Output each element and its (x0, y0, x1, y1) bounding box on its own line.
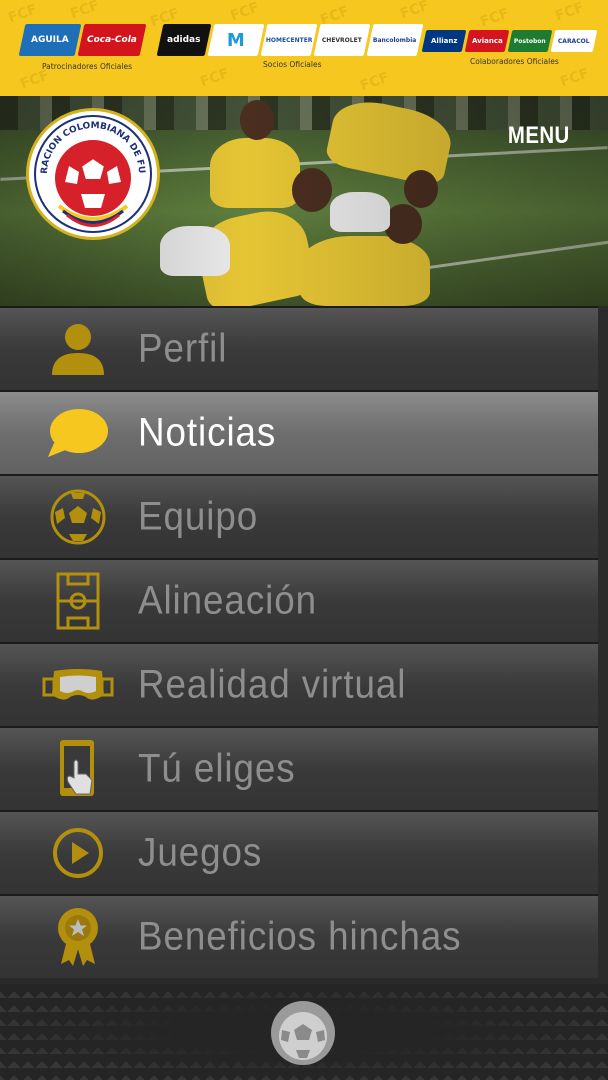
watermark: FCF (358, 69, 392, 95)
watermark: FCF (398, 0, 432, 23)
play-icon (38, 823, 118, 883)
soccer-ball-icon (38, 487, 118, 547)
user-icon (38, 319, 118, 379)
sponsor-logo-aguila[interactable]: AGUILA (18, 24, 82, 56)
watermark: FCF (6, 1, 40, 27)
speech-bubble-icon (38, 403, 118, 463)
watermark: FCF (558, 65, 592, 91)
menu-item-alineacion[interactable]: Alineación (0, 558, 598, 642)
fcf-crest-logo[interactable]: FEDERACION COLOMBIANA DE FUTBOL (26, 108, 160, 240)
menu-item-equipo[interactable]: Equipo (0, 474, 598, 558)
sponsor-logo-chevrolet[interactable]: CHEVROLET (313, 24, 371, 56)
vr-headset-icon (38, 655, 118, 715)
menu-item-label: Tú eliges (138, 746, 296, 791)
colaboradores-logos: Allianz Avianca Postobon CARACOL (421, 30, 598, 52)
sponsor-logo-homecenter[interactable]: HOMECENTER (260, 24, 318, 56)
menu-title: MENU (508, 122, 570, 149)
menu-item-label: Noticias (138, 410, 277, 455)
watermark: FCF (198, 65, 232, 91)
menu-item-noticias[interactable]: Noticias (0, 390, 598, 474)
menu-item-label: Alineación (138, 578, 318, 623)
sponsor-logo-postobon[interactable]: Postobon (507, 30, 553, 52)
socios-caption: Socios Oficiales (263, 60, 322, 69)
crest-icon: FEDERACION COLOMBIANA DE FUTBOL (29, 110, 155, 236)
fcf-ball-logo-icon (271, 1001, 335, 1065)
menu-item-tu-eliges[interactable]: Tú eliges (0, 726, 598, 810)
sponsor-logo-bancolombia[interactable]: Bancolombia (366, 24, 424, 56)
menu-item-perfil[interactable]: Perfil (0, 306, 598, 390)
colaboradores-caption: Colaboradores Oficiales (470, 57, 559, 66)
menu-item-label: Realidad virtual (138, 662, 407, 707)
watermark: FCF (553, 0, 587, 25)
award-icon (38, 907, 118, 967)
watermark: FCF (18, 67, 52, 93)
menu-item-label: Perfil (138, 326, 228, 371)
sponsor-logo-adidas[interactable]: adidas (156, 24, 212, 56)
watermark: FCF (68, 0, 102, 23)
sponsors-bar: FCF FCF FCF FCF FCF FCF FCF FCF FCF FCF … (0, 0, 608, 96)
sponsor-logo-allianz[interactable]: Allianz (421, 30, 467, 52)
main-menu: Perfil Noticias Equipo Alineación Realid… (0, 306, 598, 978)
patrocinadores-logos: AGUILA Coca-Cola (18, 24, 147, 56)
sponsor-logo-cocacola[interactable]: Coca-Cola (77, 24, 147, 56)
watermark: FCF (228, 0, 262, 25)
sponsor-logo-movistar[interactable]: M (207, 24, 265, 56)
sponsor-logo-caracol[interactable]: CARACOL (550, 30, 598, 52)
menu-item-label: Juegos (138, 830, 263, 875)
watermark: FCF (478, 5, 512, 31)
footer (0, 984, 608, 1080)
socios-logos: adidas M HOMECENTER CHEVROLET Bancolombi… (156, 24, 424, 56)
sponsor-logo-avianca[interactable]: Avianca (464, 30, 510, 52)
phone-touch-icon (38, 739, 118, 799)
menu-item-realidad-virtual[interactable]: Realidad virtual (0, 642, 598, 726)
menu-item-label: Beneficios hinchas (138, 914, 462, 959)
field-icon (38, 571, 118, 631)
menu-item-beneficios-hinchas[interactable]: Beneficios hinchas (0, 894, 598, 978)
menu-item-label: Equipo (138, 494, 259, 539)
menu-item-juegos[interactable]: Juegos (0, 810, 598, 894)
patrocinadores-caption: Patrocinadores Oficiales (42, 62, 132, 71)
